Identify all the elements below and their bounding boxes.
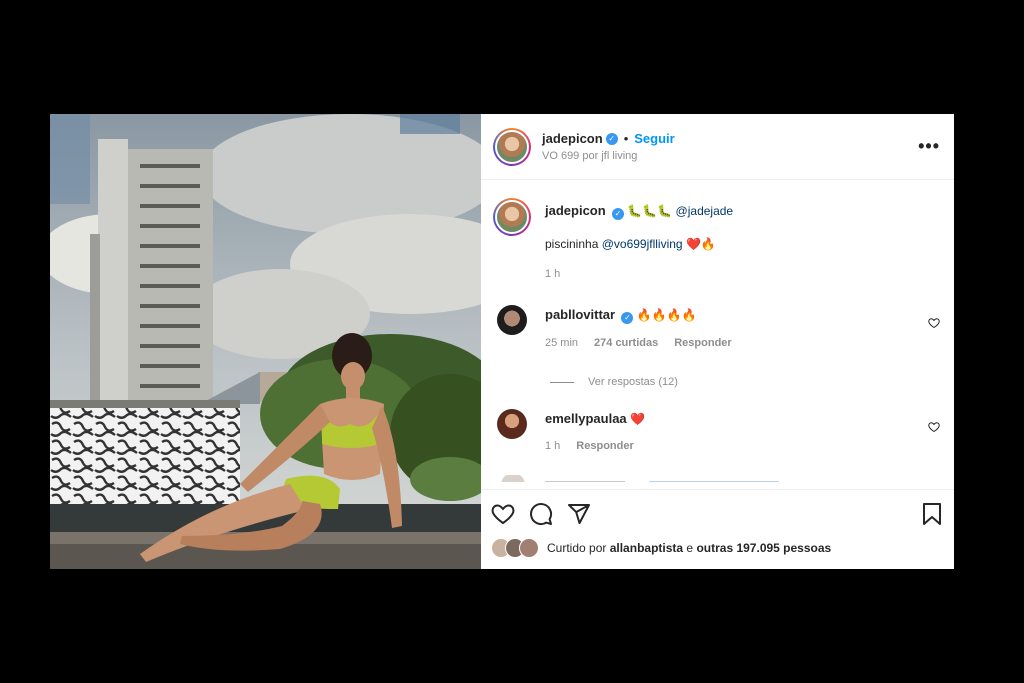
replies-line [550, 381, 574, 383]
caption-username[interactable]: jadepicon [545, 203, 606, 218]
action-bar [491, 490, 944, 538]
comment-item: emellypaulaa ❤️ 1 h Responder [493, 409, 942, 452]
caption-mention[interactable]: @jadejade [676, 204, 734, 218]
share-icon[interactable] [567, 502, 591, 526]
bookmark-icon[interactable] [920, 502, 944, 526]
caption-text-mention[interactable]: @vo699jflliving [602, 237, 683, 251]
verified-icon: ✓ [621, 312, 634, 324]
comment-icon[interactable] [529, 502, 553, 526]
liked-by-others[interactable]: outras 197.095 pessoas [696, 541, 831, 555]
view-replies-button[interactable]: Ver respostas (12) [550, 376, 678, 388]
reply-button[interactable]: Responder [674, 337, 731, 349]
pool-photo-image [50, 114, 481, 569]
post-header: jadepicon ✓ • Seguir VO 699 por jfl livi… [481, 114, 954, 180]
verified-icon: ✓ [612, 208, 625, 220]
follow-button[interactable]: Seguir [634, 131, 674, 146]
post-location[interactable]: VO 699 por jfl living [542, 150, 918, 162]
commenter-avatar[interactable] [497, 409, 527, 439]
comment-likes[interactable]: 274 curtidas [594, 337, 658, 349]
truncated-comment-shape [501, 473, 779, 482]
heart-icon[interactable] [491, 502, 515, 526]
commenter-username[interactable]: pabllovittar [545, 307, 615, 322]
liker-avatar [519, 538, 539, 558]
liked-by-row[interactable]: Curtido por allanbaptista e outras 197.0… [491, 538, 944, 558]
instagram-post: jadepicon ✓ • Seguir VO 699 por jfl livi… [50, 114, 954, 569]
comment-text: 🔥🔥🔥🔥 [636, 308, 697, 322]
caption-time[interactable]: 1 h [545, 268, 560, 280]
post-side-panel: jadepicon ✓ • Seguir VO 699 por jfl livi… [481, 114, 954, 569]
commenter-avatar[interactable] [497, 305, 527, 335]
caption-avatar[interactable] [493, 198, 531, 236]
caption-text: piscininha [545, 237, 599, 251]
post-footer: Curtido por allanbaptista e outras 197.0… [481, 489, 954, 569]
post-photo[interactable] [50, 114, 481, 569]
comment-item: pabllovittar ✓ 🔥🔥🔥🔥 25 min 274 curtidas … [493, 305, 942, 349]
comment-text: ❤️ [630, 412, 645, 426]
caption-emojis: 🐛🐛🐛 [627, 204, 673, 218]
comment-time[interactable]: 25 min [545, 337, 578, 349]
commenter-username[interactable]: emellypaulaa [545, 411, 627, 426]
separator-dot: • [623, 131, 629, 146]
reply-button[interactable]: Responder [576, 440, 633, 452]
liked-by-user[interactable]: allanbaptista [610, 541, 683, 555]
view-replies-label: Ver respostas (12) [588, 376, 678, 388]
liked-by-prefix: Curtido por [547, 541, 607, 555]
like-comment-heart-icon[interactable] [928, 421, 940, 433]
verified-icon: ✓ [605, 132, 618, 145]
like-comment-heart-icon[interactable] [928, 317, 940, 329]
caption-text-emojis: ❤️🔥 [685, 237, 716, 251]
more-options-icon[interactable]: ••• [918, 136, 940, 157]
author-username[interactable]: jadepicon [542, 131, 603, 146]
truncated-comment [499, 472, 939, 482]
caption: jadepicon ✓ 🐛🐛🐛 @jadejade piscininha @vo… [493, 198, 942, 280]
comment-time[interactable]: 1 h [545, 440, 560, 452]
liked-by-middle: e [686, 541, 694, 555]
author-avatar[interactable] [493, 127, 531, 166]
comments-section[interactable]: jadepicon ✓ 🐛🐛🐛 @jadejade piscininha @vo… [481, 180, 954, 489]
